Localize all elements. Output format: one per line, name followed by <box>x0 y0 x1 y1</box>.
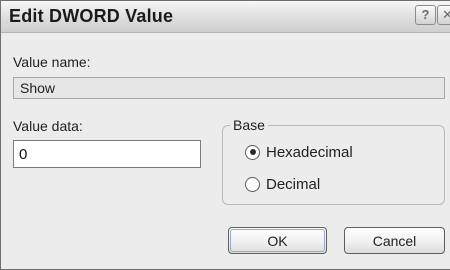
radio-hexadecimal[interactable]: Hexadecimal <box>245 142 353 162</box>
radio-selected-icon[interactable] <box>245 144 260 160</box>
radio-hexadecimal-label: Hexadecimal <box>266 143 353 161</box>
radio-unselected-icon[interactable] <box>245 176 260 192</box>
ok-button[interactable]: OK <box>228 227 327 254</box>
base-legend: Base <box>230 117 268 133</box>
radio-decimal[interactable]: Decimal <box>245 174 320 194</box>
value-name-field: Show <box>13 77 445 99</box>
value-data-input[interactable] <box>13 140 201 168</box>
value-name-label: Value name: <box>13 54 91 70</box>
edit-dword-dialog: Edit DWORD Value ? ✕ Value name: Show Va… <box>0 0 450 270</box>
value-data-label: Value data: <box>13 118 83 134</box>
dialog-title: Edit DWORD Value <box>9 6 174 26</box>
close-icon[interactable]: ✕ <box>437 5 450 25</box>
help-icon[interactable]: ? <box>415 5 436 25</box>
title-bar[interactable]: Edit DWORD Value ? ✕ <box>1 1 450 33</box>
radio-decimal-label: Decimal <box>266 175 321 193</box>
cancel-button[interactable]: Cancel <box>344 227 445 254</box>
